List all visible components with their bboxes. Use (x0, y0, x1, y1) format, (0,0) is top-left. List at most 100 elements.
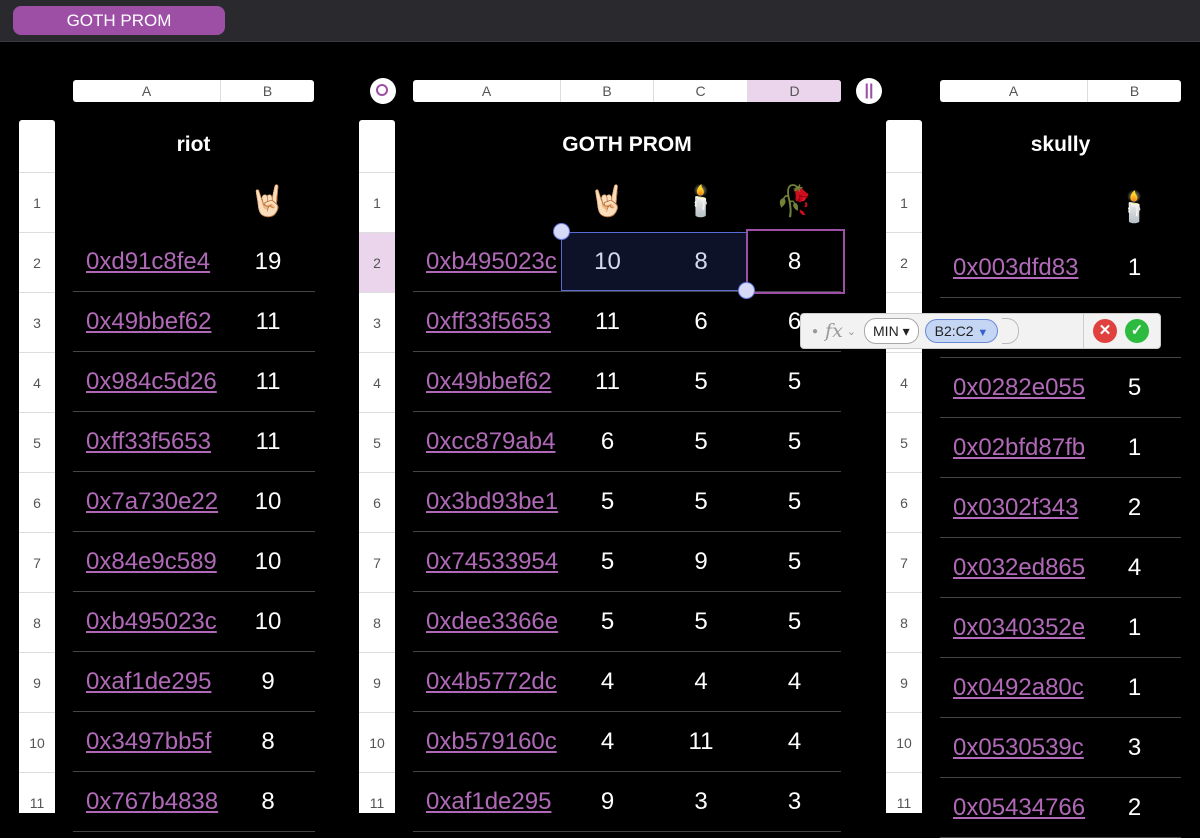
middle-address-link[interactable]: 0x4b5772dc (413, 652, 561, 712)
sheet-tab-goth-prom[interactable]: GOTH PROM (13, 6, 225, 35)
middle-row-header[interactable]: 4 (359, 352, 395, 412)
rock-hand-icon[interactable]: 🤘🏻 (221, 172, 315, 232)
middle-value-cell[interactable]: 6 (654, 292, 748, 352)
middle-row-header[interactable]: 11 (359, 772, 395, 813)
middle-address-link[interactable]: 0xcc879ab4 (413, 412, 561, 472)
right-address-link[interactable]: 0x0492a80c (940, 658, 1088, 718)
middle-value-cell[interactable]: 5 (654, 472, 748, 532)
middle-address-link[interactable]: 0x74533954 (413, 532, 561, 592)
chevron-down-icon[interactable]: ⌄ (847, 325, 856, 338)
rock-hand-icon[interactable]: 🤘🏻 (561, 172, 654, 232)
left-address-link[interactable]: 0x7a730e22 (73, 472, 221, 532)
right-value-cell[interactable]: 1 (1088, 658, 1181, 718)
middle-col-header-a[interactable]: A (413, 80, 561, 102)
right-value-cell[interactable]: 2 (1088, 478, 1181, 538)
middle-row-header-corner[interactable] (359, 120, 395, 172)
middle-value-cell[interactable]: 5 (654, 592, 748, 652)
right-row-header[interactable]: 2 (886, 232, 922, 292)
right-col-header-b[interactable]: B (1088, 80, 1181, 102)
selection-handle-bottom-right[interactable] (738, 282, 755, 299)
right-row-header[interactable]: 9 (886, 652, 922, 712)
right-address-link[interactable]: 0x05434766 (940, 778, 1088, 838)
selection-handle-top-left[interactable] (553, 223, 570, 240)
right-row-header[interactable]: 7 (886, 532, 922, 592)
drag-handle-icon[interactable]: ● (812, 326, 818, 337)
left-row-header[interactable]: 8 (19, 592, 55, 652)
right-row-header[interactable]: 11 (886, 772, 922, 813)
left-value-cell[interactable]: 9 (221, 652, 315, 712)
left-row-header[interactable]: 3 (19, 292, 55, 352)
right-address-link[interactable]: 0x02bfd87fb (940, 418, 1088, 478)
column-resize-handle-icon[interactable]: || (856, 78, 882, 104)
left-col-header-b[interactable]: B (221, 80, 314, 102)
left-value-cell[interactable]: 8 (221, 772, 315, 832)
left-value-cell[interactable]: 10 (221, 592, 315, 652)
candle-icon[interactable]: 🕯️ (1088, 178, 1181, 238)
left-address-link[interactable]: 0xaf1de295 (73, 652, 221, 712)
middle-cell-a1[interactable] (413, 172, 561, 232)
left-row-header[interactable]: 2 (19, 232, 55, 292)
middle-value-cell[interactable]: 5 (654, 412, 748, 472)
middle-value-cell[interactable]: 6 (561, 412, 654, 472)
middle-value-cell[interactable]: 5 (561, 592, 654, 652)
right-value-cell[interactable]: 1 (1088, 238, 1181, 298)
middle-value-cell[interactable]: 4 (654, 652, 748, 712)
middle-address-link[interactable]: 0xff33f5653 (413, 292, 561, 352)
middle-value-cell[interactable]: 4 (748, 712, 841, 772)
middle-row-header[interactable]: 3 (359, 292, 395, 352)
middle-row-header-selected[interactable]: 2 (359, 232, 395, 292)
function-token-min[interactable]: MIN ▾ (864, 318, 919, 344)
left-value-cell[interactable]: 19 (221, 232, 315, 292)
right-row-header[interactable]: 8 (886, 592, 922, 652)
middle-value-cell[interactable]: 4 (748, 652, 841, 712)
left-cell-a1[interactable] (73, 172, 221, 232)
left-row-header[interactable]: 6 (19, 472, 55, 532)
middle-value-cell[interactable]: 9 (561, 772, 654, 832)
left-address-link[interactable]: 0x3497bb5f (73, 712, 221, 772)
right-col-header-a[interactable]: A (940, 80, 1088, 102)
middle-value-cell[interactable]: 5 (748, 532, 841, 592)
formula-editor[interactable]: ● fx ⌄ MIN ▾ B2:C2 ▼ ✕ ✓ (800, 313, 1161, 349)
middle-value-cell[interactable]: 5 (748, 472, 841, 532)
right-value-cell[interactable]: 4 (1088, 538, 1181, 598)
middle-table-title[interactable]: GOTH PROM (413, 133, 841, 157)
middle-value-cell[interactable]: 4 (561, 652, 654, 712)
middle-value-cell[interactable]: 11 (654, 712, 748, 772)
middle-row-header[interactable]: 10 (359, 712, 395, 772)
middle-row-header[interactable]: 5 (359, 412, 395, 472)
active-cell-d2[interactable] (746, 229, 845, 294)
left-row-header[interactable]: 7 (19, 532, 55, 592)
left-value-cell[interactable]: 11 (221, 292, 315, 352)
right-row-header[interactable]: 5 (886, 412, 922, 472)
accept-formula-icon[interactable]: ✓ (1125, 319, 1149, 343)
middle-value-cell[interactable]: 9 (654, 532, 748, 592)
function-icon[interactable]: fx (825, 320, 843, 342)
selected-range-b2-c2[interactable] (561, 232, 747, 291)
wilted-rose-icon[interactable]: 🥀 (748, 172, 841, 232)
left-address-link[interactable]: 0xff33f5653 (73, 412, 221, 472)
left-row-header[interactable]: 9 (19, 652, 55, 712)
middle-value-cell[interactable]: 11 (561, 352, 654, 412)
middle-row-header[interactable]: 9 (359, 652, 395, 712)
left-address-link[interactable]: 0xb495023c (73, 592, 221, 652)
right-value-cell[interactable]: 1 (1088, 598, 1181, 658)
middle-row-header[interactable]: 1 (359, 172, 395, 232)
left-value-cell[interactable]: 8 (221, 712, 315, 772)
candle-icon[interactable]: 🕯️ (654, 172, 748, 232)
right-address-link[interactable]: 0x0282e055 (940, 358, 1088, 418)
left-table-title[interactable]: riot (73, 133, 314, 157)
left-value-cell[interactable]: 11 (221, 412, 315, 472)
left-address-link[interactable]: 0x84e9c589 (73, 532, 221, 592)
left-row-header[interactable]: 10 (19, 712, 55, 772)
right-cell-a1[interactable] (940, 178, 1088, 238)
middle-address-link[interactable]: 0xdee3366e (413, 592, 561, 652)
right-address-link[interactable]: 0x003dfd83 (940, 238, 1088, 298)
middle-value-cell[interactable]: 3 (654, 772, 748, 832)
right-row-header[interactable]: 1 (886, 172, 922, 232)
middle-address-link[interactable]: 0xb579160c (413, 712, 561, 772)
left-address-link[interactable]: 0x984c5d26 (73, 352, 221, 412)
cancel-formula-icon[interactable]: ✕ (1093, 319, 1117, 343)
table-handle-circle-icon[interactable] (370, 78, 396, 104)
middle-value-cell[interactable]: 5 (561, 532, 654, 592)
left-address-link[interactable]: 0x767b4838 (73, 772, 221, 832)
